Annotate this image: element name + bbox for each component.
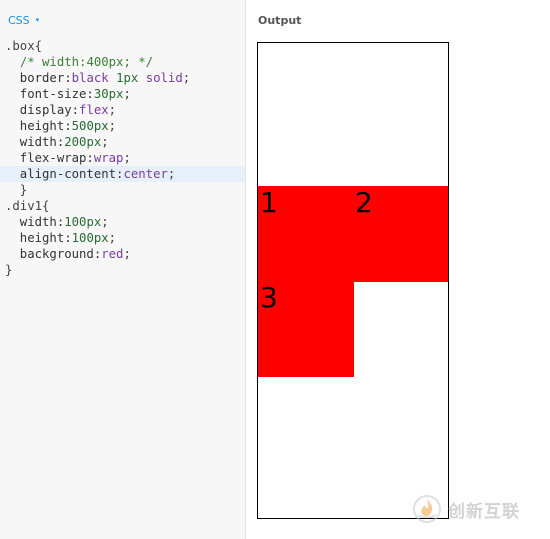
code-token-prop: width:	[5, 215, 65, 229]
code-token-punc	[5, 55, 20, 69]
code-token-num: 30px	[93, 87, 124, 101]
app-window: CSS ▾ .box{ /* width:400px; */ border:bl…	[0, 0, 550, 539]
watermark-text: 创新互联	[448, 501, 520, 522]
code-token-sel: .div1	[5, 199, 43, 213]
code-line[interactable]: display:flex;	[0, 102, 245, 118]
code-line[interactable]: }	[0, 262, 245, 278]
code-token-punc: }	[5, 263, 13, 277]
code-token-kw: black	[71, 71, 109, 85]
code-token-num: 200px	[64, 135, 102, 149]
code-line[interactable]: height:100px;	[0, 230, 245, 246]
chevron-down-icon: ▾	[35, 16, 40, 24]
code-token-prop: align-content:	[5, 167, 124, 181]
code-token-kw: red	[101, 247, 124, 261]
code-token-kw: flex	[79, 103, 109, 117]
code-token-prop: display:	[5, 103, 80, 117]
code-line[interactable]: /* width:400px; */	[0, 54, 245, 70]
flex-item-1: 1	[258, 186, 354, 282]
code-line[interactable]: }	[0, 182, 245, 198]
code-token-kw: solid	[145, 71, 183, 85]
code-token-punc: {	[34, 39, 43, 53]
flame-logo-icon	[413, 495, 441, 523]
code-token-num: 100px	[71, 231, 109, 245]
code-token-num: 500px	[71, 119, 109, 133]
output-pane: Output 1 2 3	[247, 0, 550, 539]
code-token-punc: ;	[108, 231, 117, 245]
code-token-prop: background:	[5, 247, 102, 261]
code-line[interactable]: font-size:30px;	[0, 86, 245, 102]
code-token-punc: ;	[123, 87, 131, 101]
code-token-prop: font-size:	[5, 87, 94, 101]
code-token-punc: ;	[101, 135, 109, 149]
code-token-num: 1px	[116, 71, 139, 85]
code-line[interactable]: width:100px;	[0, 214, 245, 230]
code-token-prop: width:	[5, 135, 65, 149]
output-title: Output	[258, 14, 302, 27]
code-token-prop: height:	[5, 119, 72, 133]
code-token-comment: /* width:400px; */	[19, 55, 154, 69]
code-line[interactable]: .box{	[0, 38, 245, 54]
code-token-sel: .box	[5, 39, 35, 53]
code-line[interactable]: width:200px;	[0, 134, 245, 150]
code-token-punc: ;	[123, 247, 131, 261]
flex-item-2: 2	[353, 186, 448, 282]
code-token-prop: border:	[5, 71, 72, 85]
code-token-kw: wrap	[93, 151, 124, 165]
watermark: 创新互联	[412, 494, 520, 524]
code-token-num: 100px	[64, 215, 102, 229]
flex-box-container: 1 2 3	[257, 42, 449, 519]
code-line[interactable]: .div1{	[0, 198, 245, 214]
flex-item-3: 3	[258, 281, 354, 377]
code-token-punc	[138, 71, 145, 85]
code-line[interactable]: flex-wrap:wrap;	[0, 150, 245, 166]
code-token-punc: ;	[167, 167, 176, 181]
code-token-punc: {	[42, 199, 50, 213]
code-line[interactable]: height:500px;	[0, 118, 245, 134]
code-token-punc: ;	[123, 151, 131, 165]
code-token-punc: ;	[101, 215, 109, 229]
code-line[interactable]: border:black 1px solid;	[0, 70, 245, 86]
code-line[interactable]: background:red;	[0, 246, 245, 262]
code-token-punc: ;	[108, 103, 117, 117]
code-token-punc: }	[5, 183, 28, 197]
css-editor-pane[interactable]: CSS ▾ .box{ /* width:400px; */ border:bl…	[0, 0, 246, 539]
code-token-prop: flex-wrap:	[5, 151, 94, 165]
code-token-prop: height:	[5, 231, 72, 245]
code-area[interactable]: .box{ /* width:400px; */ border:black 1p…	[0, 38, 245, 278]
language-selector[interactable]: CSS ▾	[8, 12, 39, 28]
code-token-punc	[109, 71, 116, 85]
code-token-punc: ;	[108, 119, 117, 133]
code-token-punc: ;	[182, 71, 191, 85]
code-token-kw: center	[123, 167, 168, 181]
code-line[interactable]: align-content:center;	[0, 166, 245, 182]
language-label: CSS	[8, 13, 30, 27]
